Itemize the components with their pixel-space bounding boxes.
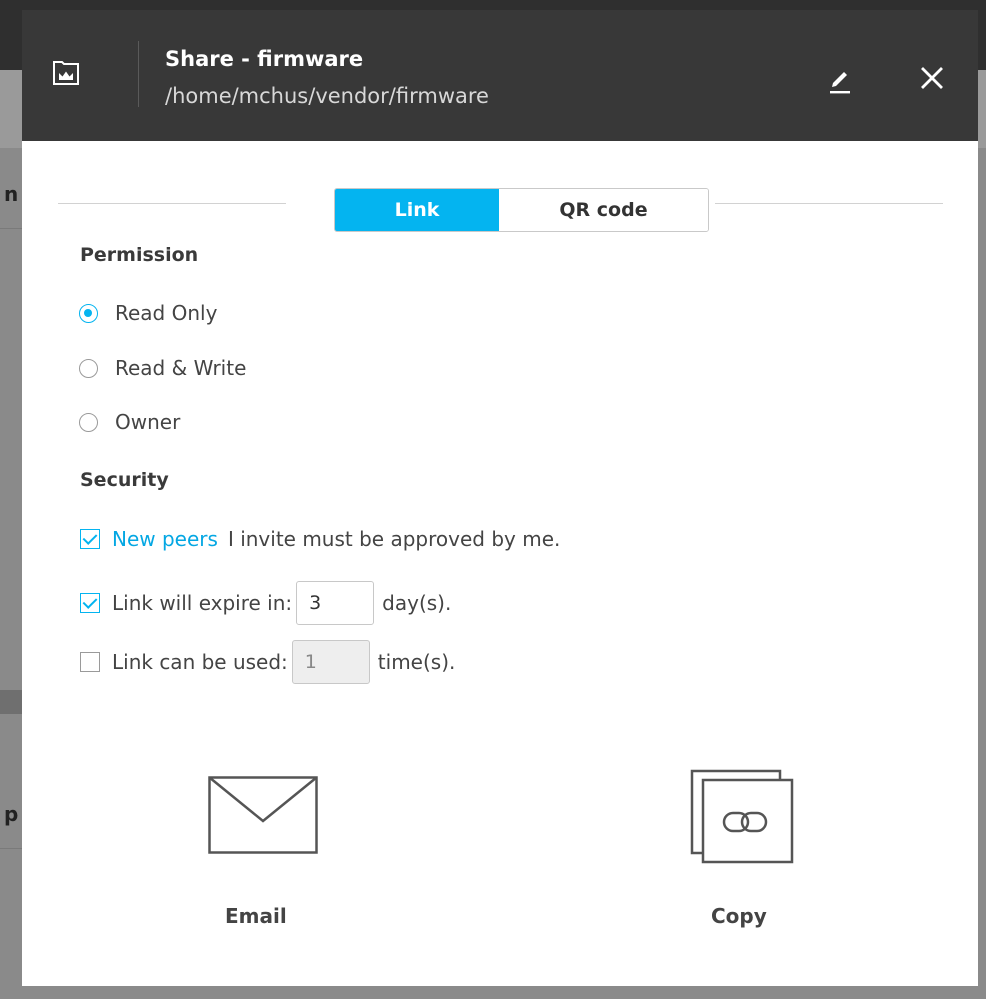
usage-suffix: time(s).: [377, 650, 456, 674]
folder-crown-icon: [53, 61, 79, 85]
new-peers-link[interactable]: New peers: [112, 527, 218, 551]
expire-option: Link will expire in: day(s).: [80, 581, 451, 625]
tab-bar: Link QR code: [334, 188, 709, 232]
tab-qr-code[interactable]: QR code: [499, 189, 708, 231]
background-divider: [0, 228, 22, 229]
radio-label: Read Only: [115, 301, 218, 325]
usage-limit-label: Link can be used:: [112, 650, 288, 674]
email-label: Email: [225, 904, 287, 928]
approve-peers-label: I invite must be approved by me.: [227, 527, 561, 551]
background-text-fragment: p: [4, 802, 19, 826]
tab-link[interactable]: Link: [335, 189, 499, 231]
permission-heading: Permission: [80, 244, 199, 266]
dialog-header: Share - firmware /home/mchus/vendor/firm…: [22, 10, 978, 141]
expire-checkbox[interactable]: [80, 593, 100, 613]
tab-separator-left: [58, 203, 286, 204]
copy-label: Copy: [711, 904, 767, 928]
copy-link-button[interactable]: Copy: [690, 768, 796, 936]
header-divider: [138, 41, 139, 107]
background-divider: [0, 848, 22, 849]
expire-days-input[interactable]: [296, 581, 375, 625]
background-text-fragment: n: [4, 182, 19, 206]
copy-link-icon: [690, 769, 794, 864]
usage-limit-checkbox[interactable]: [80, 652, 100, 672]
folder-path: /home/mchus/vendor/firmware: [165, 84, 489, 108]
email-button[interactable]: Email: [206, 776, 320, 936]
share-dialog: Share - firmware /home/mchus/vendor/firm…: [22, 10, 978, 986]
close-icon[interactable]: [919, 65, 945, 91]
approve-peers-checkbox[interactable]: [80, 529, 100, 549]
envelope-icon: [208, 776, 318, 854]
radio-label: Owner: [115, 410, 181, 434]
security-heading: Security: [80, 469, 169, 491]
tab-separator-right: [715, 203, 943, 204]
radio-button[interactable]: [79, 303, 98, 323]
background-row: [0, 690, 22, 714]
usage-limit-option: Link can be used: time(s).: [80, 640, 455, 684]
radio-read-write[interactable]: Read & Write: [79, 355, 246, 381]
approve-peers-option: New peers I invite must be approved by m…: [80, 519, 560, 559]
radio-label: Read & Write: [115, 356, 247, 380]
expire-label: Link will expire in:: [112, 591, 293, 615]
pencil-icon[interactable]: [827, 64, 853, 94]
expire-suffix: day(s).: [382, 591, 452, 615]
radio-button[interactable]: [79, 358, 98, 378]
radio-read-only[interactable]: Read Only: [79, 300, 217, 326]
radio-button[interactable]: [79, 412, 98, 432]
dialog-title: Share - firmware: [165, 47, 364, 71]
usage-count-input[interactable]: [291, 640, 370, 684]
radio-owner[interactable]: Owner: [79, 409, 180, 435]
